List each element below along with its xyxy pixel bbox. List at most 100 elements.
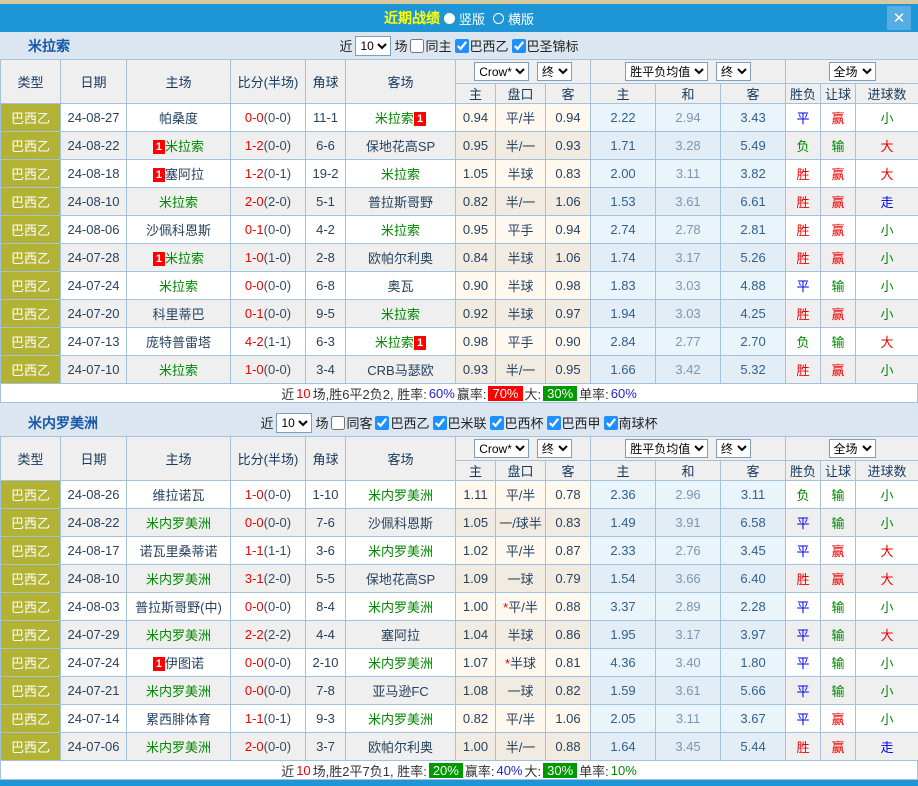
table-row: 巴西乙24-08-26维拉诺瓦1-0(0-0)1-10米内罗美洲1.11平/半0… [1, 481, 918, 509]
matches-count-select[interactable]: 10 [355, 36, 391, 56]
red-card-badge: 1 [153, 168, 165, 182]
team-name[interactable]: 米拉索 [28, 36, 70, 56]
handicap-result-cell: 赢 [821, 733, 856, 761]
avg-time-select[interactable]: 终 [716, 439, 751, 458]
close-button[interactable]: ✕ [887, 6, 911, 30]
team-name: 亚马逊FC [372, 684, 428, 699]
odds-away-cell: 0.83 [546, 509, 591, 537]
handicap-result-cell: 输 [821, 481, 856, 509]
avg-away-cell: 2.70 [721, 328, 786, 356]
league-checkbox[interactable] [547, 416, 561, 430]
result-cell: 平 [786, 649, 821, 677]
avg-draw-cell: 3.91 [656, 509, 721, 537]
league-filter[interactable]: 巴西乙 [455, 36, 509, 55]
handicap-result-cell: 输 [821, 509, 856, 537]
sub-col-away-odds: 客 [546, 84, 591, 104]
league-checkbox[interactable] [490, 416, 504, 430]
half-time-score: (0-0) [264, 739, 291, 754]
league-checkbox[interactable] [512, 39, 526, 53]
home-team-cell: 沙佩科恩斯 [127, 216, 231, 244]
avg-home-cell: 2.05 [591, 705, 656, 733]
league-filter[interactable]: 巴米联 [433, 413, 487, 432]
horizontal-layout-radio[interactable] [493, 13, 504, 24]
scope-select[interactable]: 全场 [829, 439, 876, 458]
league-filter[interactable]: 巴圣锦标 [512, 36, 579, 55]
same-venue-filter[interactable]: 同客 [331, 413, 372, 432]
league-cell: 巴西乙 [1, 593, 61, 621]
league-filter[interactable]: 巴西甲 [547, 413, 601, 432]
avg-type-select[interactable]: 胜平负均值 [625, 439, 708, 458]
league-checkbox[interactable] [604, 416, 618, 430]
league-filter[interactable]: 南球杯 [604, 413, 658, 432]
vertical-layout-radio[interactable] [444, 13, 455, 24]
odds-away-cell: 0.95 [546, 356, 591, 384]
avg-home-cell: 1.64 [591, 733, 656, 761]
avg-away-cell: 5.49 [721, 132, 786, 160]
home-team-cell: 米内罗美洲 [127, 621, 231, 649]
league-filter[interactable]: 巴西杯 [490, 413, 544, 432]
same-venue-filter[interactable]: 同主 [410, 36, 451, 55]
date-cell: 24-07-24 [61, 649, 127, 677]
big-rate-label: 大: [525, 384, 542, 403]
date-cell: 24-08-17 [61, 537, 127, 565]
team-name[interactable]: 米内罗美洲 [28, 413, 98, 433]
full-time-score: 1-0 [245, 487, 264, 502]
odds-away-cell: 0.79 [546, 565, 591, 593]
odds-away-cell: 0.81 [546, 649, 591, 677]
odds-time-select[interactable]: 终 [537, 439, 572, 458]
table-row: 巴西乙24-08-03普拉斯哥野(中)0-0(0-0)8-4米内罗美洲1.00*… [1, 593, 918, 621]
table-row: 巴西乙24-08-181塞阿拉1-2(0-1)19-2米拉索1.05半球0.83… [1, 160, 918, 188]
full-time-score: 2-2 [245, 627, 264, 642]
team-name: 米内罗美洲 [368, 712, 433, 727]
result-cell: 负 [786, 481, 821, 509]
bookmaker-select[interactable]: Crow* [474, 62, 529, 81]
avg-draw-cell: 3.03 [656, 300, 721, 328]
same-venue-checkbox[interactable] [331, 416, 345, 430]
horizontal-layout-label[interactable]: 横版 [508, 9, 534, 28]
col-home: 主场 [127, 437, 231, 481]
league-cell: 巴西乙 [1, 188, 61, 216]
odds-time-select[interactable]: 终 [537, 62, 572, 81]
bookmaker-select[interactable]: Crow* [474, 439, 529, 458]
team-name: 累西腓体育 [146, 712, 211, 727]
team-name: 维拉诺瓦 [152, 488, 204, 503]
scope-select[interactable]: 全场 [829, 62, 876, 81]
handicap-cell: 一球 [496, 677, 546, 705]
score-cell: 0-0(0-0) [231, 509, 306, 537]
same-venue-checkbox[interactable] [410, 39, 424, 53]
avg-away-cell: 2.28 [721, 593, 786, 621]
odds-away-cell: 1.06 [546, 244, 591, 272]
avg-time-select[interactable]: 终 [716, 62, 751, 81]
full-time-score: 3-1 [245, 571, 264, 586]
sub-col-avg-home: 主 [591, 461, 656, 481]
score-cell: 1-0(0-0) [231, 481, 306, 509]
asterisk-mark: * [505, 656, 510, 671]
league-checkbox[interactable] [375, 416, 389, 430]
score-cell: 0-0(0-0) [231, 649, 306, 677]
goals-cell: 小 [856, 356, 918, 384]
league-filter[interactable]: 巴西乙 [375, 413, 429, 432]
corners-cell: 6-8 [306, 272, 346, 300]
vertical-layout-label[interactable]: 竖版 [459, 9, 485, 28]
big-rate-value: 30% [543, 386, 577, 401]
avg-draw-cell: 3.03 [656, 272, 721, 300]
sub-col-result: 胜负 [786, 84, 821, 104]
league-checkbox[interactable] [433, 416, 447, 430]
matches-count-select[interactable]: 10 [276, 413, 312, 433]
odds-home-cell: 1.04 [456, 621, 496, 649]
home-team-cell: 帕桑度 [127, 104, 231, 132]
sub-col-home-odds: 主 [456, 84, 496, 104]
league-checkbox[interactable] [455, 39, 469, 53]
league-cell: 巴西乙 [1, 705, 61, 733]
handicap-cell: 半球 [496, 621, 546, 649]
sub-col-handicap-result: 让球 [821, 461, 856, 481]
home-team-cell: 米拉索 [127, 188, 231, 216]
team-name: 伊图诺 [165, 656, 204, 671]
avg-draw-cell: 3.11 [656, 705, 721, 733]
sub-col-goals: 进球数 [856, 461, 918, 481]
avg-type-select[interactable]: 胜平负均值 [625, 62, 708, 81]
away-team-cell: 米内罗美洲 [346, 481, 456, 509]
table-row: 巴西乙24-07-14累西腓体育1-1(0-1)9-3米内罗美洲0.82平/半1… [1, 705, 918, 733]
team-name: 保地花高SP [366, 139, 435, 154]
near-label: 近 [339, 36, 352, 55]
